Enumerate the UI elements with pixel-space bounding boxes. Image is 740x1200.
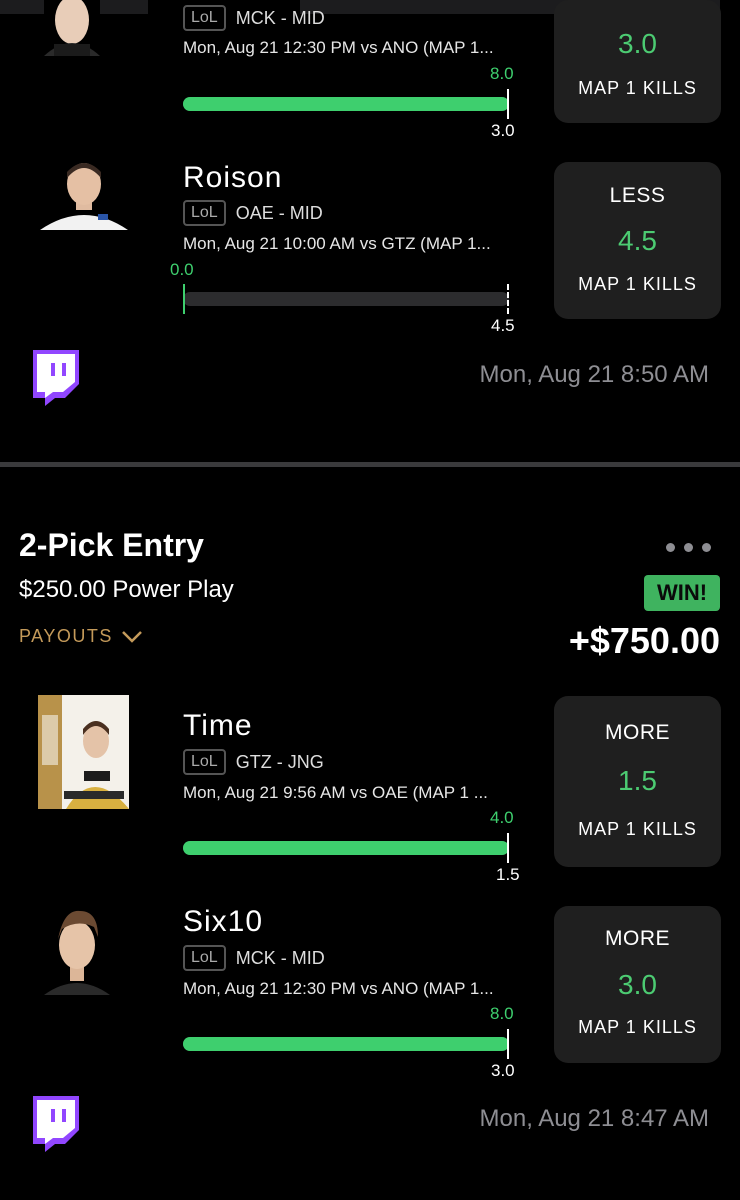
line-marker xyxy=(507,284,509,314)
chevron-down-icon xyxy=(121,630,142,643)
pick-card[interactable]: MORE 3.0 MAP 1 KILLS xyxy=(554,906,721,1063)
actual-marker xyxy=(183,284,185,314)
card-stat: MAP 1 KILLS xyxy=(578,819,697,839)
win-badge: WIN! xyxy=(644,575,720,611)
card-line: 3.0 xyxy=(618,28,657,59)
progress-bar xyxy=(183,833,509,863)
player-name: Time xyxy=(183,709,253,742)
progress-fill xyxy=(183,841,509,855)
progress-bar xyxy=(183,89,509,119)
pick-card[interactable]: MORE 1.5 MAP 1 KILLS xyxy=(554,696,721,867)
line-marker xyxy=(507,89,509,119)
card-direction: MORE xyxy=(605,927,670,950)
pick-card[interactable]: 3.0 MAP 1 KILLS xyxy=(554,0,721,123)
pick-meta: LoL GTZ - JNG xyxy=(183,748,324,776)
line-value: 4.5 xyxy=(491,316,515,335)
entry-subtitle: $250.00 Power Play xyxy=(19,576,234,603)
payouts-toggle[interactable]: PAYOUTS xyxy=(19,626,143,647)
line-value: 3.0 xyxy=(491,121,515,140)
player-name: Roison xyxy=(183,161,283,194)
payouts-label: PAYOUTS xyxy=(19,626,113,646)
more-options-icon[interactable] xyxy=(666,543,711,552)
line-marker xyxy=(507,833,509,863)
progress-bar xyxy=(183,284,509,314)
match-info: Mon, Aug 21 10:00 AM vs GTZ (MAP 1... xyxy=(183,234,491,253)
match-info: Mon, Aug 21 12:30 PM vs ANO (MAP 1... xyxy=(183,979,494,998)
entry-divider xyxy=(0,462,740,467)
game-badge: LoL xyxy=(183,749,226,775)
match-info: Mon, Aug 21 12:30 PM vs ANO (MAP 1... xyxy=(183,38,494,57)
player-name: Six10 xyxy=(183,905,264,938)
actual-value: 4.0 xyxy=(490,808,514,827)
pick-card[interactable]: LESS 4.5 MAP 1 KILLS xyxy=(554,162,721,319)
game-badge: LoL xyxy=(183,945,226,971)
actual-value: 0.0 xyxy=(170,260,194,279)
game-badge: LoL xyxy=(183,5,226,31)
pick-meta: LoL MCK - MID xyxy=(183,944,325,972)
card-line: 1.5 xyxy=(618,765,657,796)
player-avatar xyxy=(44,905,110,995)
team-position: MCK - MID xyxy=(235,7,325,28)
payout-amount: +$750.00 xyxy=(568,620,720,661)
actual-value: 8.0 xyxy=(490,64,514,83)
player-avatar xyxy=(44,0,100,56)
line-marker xyxy=(507,1029,509,1059)
entry-timestamp: Mon, Aug 21 8:50 AM xyxy=(479,361,710,388)
card-stat: MAP 1 KILLS xyxy=(578,1017,697,1037)
actual-value: 8.0 xyxy=(490,1004,514,1023)
match-info: Mon, Aug 21 9:56 AM vs OAE (MAP 1 ... xyxy=(183,783,488,802)
player-avatar xyxy=(40,158,128,230)
player-avatar xyxy=(38,695,129,809)
card-line: 4.5 xyxy=(618,225,657,256)
game-badge: LoL xyxy=(183,200,226,226)
progress-bar xyxy=(183,1029,509,1059)
card-stat: MAP 1 KILLS xyxy=(578,274,697,294)
progress-fill xyxy=(183,97,509,111)
team-position: MCK - MID xyxy=(235,947,325,968)
twitch-icon[interactable] xyxy=(29,1096,79,1152)
card-direction: MORE xyxy=(605,721,670,744)
line-value: 1.5 xyxy=(496,865,520,884)
entry-title: 2-Pick Entry xyxy=(19,527,204,563)
progress-fill xyxy=(183,1037,509,1051)
card-line: 3.0 xyxy=(618,969,657,1000)
pick-meta: LoL OAE - MID xyxy=(183,199,323,227)
card-direction: LESS xyxy=(609,184,666,207)
pick-meta: LoL MCK - MID xyxy=(183,4,325,32)
team-position: OAE - MID xyxy=(235,202,323,223)
entry-timestamp: Mon, Aug 21 8:47 AM xyxy=(479,1105,710,1132)
twitch-icon[interactable] xyxy=(29,350,79,406)
team-position: GTZ - JNG xyxy=(235,751,324,772)
line-value: 3.0 xyxy=(491,1061,515,1080)
card-stat: MAP 1 KILLS xyxy=(578,78,697,98)
